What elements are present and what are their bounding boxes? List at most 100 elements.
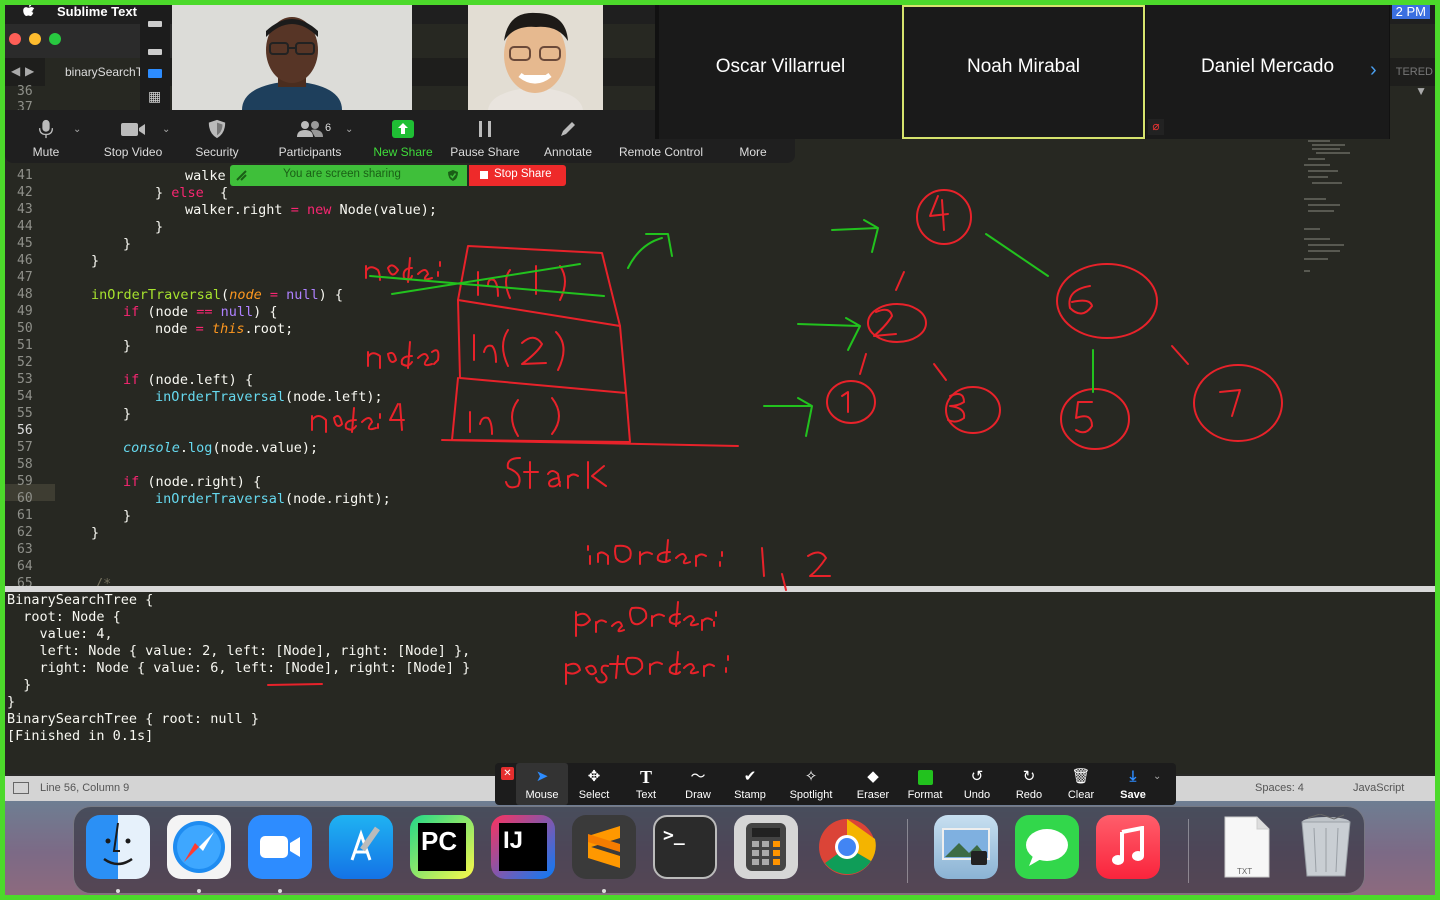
participants-options-chevron-icon[interactable]: ⌄ — [345, 124, 353, 135]
pycharm-icon[interactable]: PC — [410, 815, 474, 879]
screen-sharing-indicator[interactable]: You are screen sharing — [230, 165, 467, 186]
move-arrows-icon: ✥ — [587, 768, 601, 785]
save-options-chevron-icon[interactable]: ⌄ — [1153, 771, 1161, 782]
finder-icon[interactable] — [86, 815, 150, 879]
tab-overflow-text: TERED — [1395, 66, 1433, 78]
syntax-selector[interactable]: JavaScript — [1353, 782, 1404, 794]
code-line-41: walke — [185, 168, 226, 184]
xcode-icon[interactable] — [329, 815, 393, 879]
stop-share-button[interactable]: Stop Share — [469, 165, 566, 186]
apple-menu-icon[interactable] — [22, 3, 36, 19]
zoom-view-controls: ▦ — [140, 5, 170, 110]
terminal-icon[interactable]: >_ — [653, 815, 717, 879]
preview-icon[interactable] — [934, 815, 998, 879]
line-number: 59 — [17, 474, 33, 489]
participants-button[interactable]: Participants — [273, 110, 347, 163]
strip-view-button[interactable] — [148, 69, 162, 78]
code-line-61: } — [123, 508, 132, 524]
panel-toggle-icon[interactable] — [13, 782, 29, 794]
clear-button[interactable]: 🗑 Clear — [1055, 763, 1107, 805]
annotate-button[interactable]: Annotate — [537, 110, 599, 163]
calculator-icon[interactable] — [734, 815, 798, 879]
undo-icon: ↺ — [970, 768, 984, 785]
spotlight-tool-button[interactable]: ✧ Spotlight — [782, 763, 840, 805]
security-button[interactable]: Security — [187, 110, 247, 163]
participant-name: Noah Mirabal — [967, 56, 1080, 77]
back-arrow-icon[interactable]: ◀ — [11, 64, 20, 78]
line-number: 48 — [17, 287, 33, 302]
next-page-chevron-icon[interactable]: › — [1370, 59, 1377, 82]
messages-icon[interactable] — [1015, 815, 1079, 879]
stamp-tool-button[interactable]: ✔ Stamp — [724, 763, 776, 805]
output-line: right: Node { value: 6, left: [Node], ri… — [7, 660, 471, 676]
save-button[interactable]: ⤓ Save — [1107, 763, 1159, 805]
zoom-window-button[interactable] — [49, 33, 61, 45]
minimap[interactable] — [1300, 139, 1360, 284]
participants-label: Participants — [278, 145, 342, 159]
safari-icon[interactable] — [167, 815, 231, 879]
text-tool-button[interactable]: T Text — [620, 763, 672, 805]
forward-arrow-icon[interactable]: ▶ — [25, 64, 34, 78]
menubar-clock[interactable]: 2 PM — [1391, 4, 1430, 19]
minimize-video-button[interactable] — [148, 21, 162, 27]
tab-list-dropdown-icon[interactable]: ▼ — [1415, 84, 1427, 98]
line-number: 43 — [17, 202, 33, 217]
draw-tool-button[interactable]: 〜 Draw — [672, 763, 724, 805]
zoom-app-icon[interactable] — [248, 815, 312, 879]
txt-file-icon[interactable]: TXT — [1215, 815, 1279, 879]
eraser-tool-button[interactable]: ◆ Eraser — [847, 763, 899, 805]
code-line-43: walker.right = new Node(value); — [185, 202, 438, 218]
sublime-text-icon[interactable] — [572, 815, 636, 879]
clear-label: Clear — [1067, 789, 1095, 801]
shield-icon — [208, 119, 226, 139]
code-line-46: } — [91, 253, 100, 269]
close-annotation-icon[interactable]: ✕ — [501, 767, 514, 780]
indentation-setting[interactable]: Spaces: 4 — [1255, 782, 1304, 794]
intellij-icon[interactable]: IJ — [491, 815, 555, 879]
video-options-chevron-icon[interactable]: ⌄ — [162, 124, 170, 135]
undo-label: Undo — [963, 789, 991, 801]
line-number: 42 — [17, 185, 33, 200]
close-window-button[interactable] — [9, 33, 21, 45]
gallery-view-icon[interactable]: ▦ — [148, 89, 161, 103]
participant-tile[interactable]: Daniel Mercado — [1146, 5, 1389, 139]
participant-tile[interactable]: Oscar Villarruel — [659, 5, 902, 139]
pause-icon — [479, 121, 491, 137]
participant-video-thumbnail[interactable] — [468, 5, 603, 110]
audio-options-chevron-icon[interactable]: ⌄ — [73, 124, 81, 135]
pause-share-button[interactable]: Pause Share — [447, 110, 523, 163]
mouse-tool-button[interactable]: ➤ Mouse — [516, 763, 568, 805]
new-share-button[interactable]: New Share — [367, 110, 439, 163]
undo-button[interactable]: ↺ Undo — [951, 763, 1003, 805]
trash-icon[interactable] — [1294, 814, 1358, 879]
new-share-label: New Share — [373, 145, 433, 159]
mute-button[interactable]: Mute — [17, 110, 75, 163]
select-tool-label: Select — [578, 789, 610, 801]
cursor-arrow-icon: ➤ — [535, 768, 549, 785]
participant-tile-active-speaker[interactable]: Noah Mirabal — [902, 5, 1145, 139]
running-indicator — [278, 889, 282, 893]
code-line-62: } — [91, 525, 100, 541]
txt-file-label: TXT — [1237, 867, 1253, 876]
share-screen-icon — [392, 120, 414, 138]
chrome-icon[interactable] — [815, 815, 879, 879]
tab-binarysearchtree[interactable]: binarySearchTree.js — [45, 58, 145, 86]
speaker-view-button[interactable] — [148, 49, 162, 55]
format-tool-button[interactable]: Format — [899, 763, 951, 805]
annotate-label: Annotate — [543, 145, 593, 159]
stop-video-button[interactable]: Stop Video — [97, 110, 169, 163]
minimize-window-button[interactable] — [29, 33, 41, 45]
music-icon[interactable] — [1096, 815, 1160, 879]
encrypted-shield-icon — [448, 170, 458, 181]
participant-video-thumbnail[interactable] — [172, 5, 412, 110]
select-tool-button[interactable]: ✥ Select — [568, 763, 620, 805]
line-number: 47 — [17, 270, 33, 285]
redo-button[interactable]: ↻ Redo — [1003, 763, 1055, 805]
stamp-tool-label: Stamp — [734, 789, 766, 801]
tab-label: binarySearchTree.js — [65, 65, 145, 79]
stop-video-label: Stop Video — [103, 145, 163, 159]
app-menu-title[interactable]: Sublime Text — [57, 4, 137, 19]
text-t-icon: T — [639, 767, 652, 787]
microphone-icon — [38, 119, 54, 139]
line-number: 61 — [17, 508, 33, 523]
